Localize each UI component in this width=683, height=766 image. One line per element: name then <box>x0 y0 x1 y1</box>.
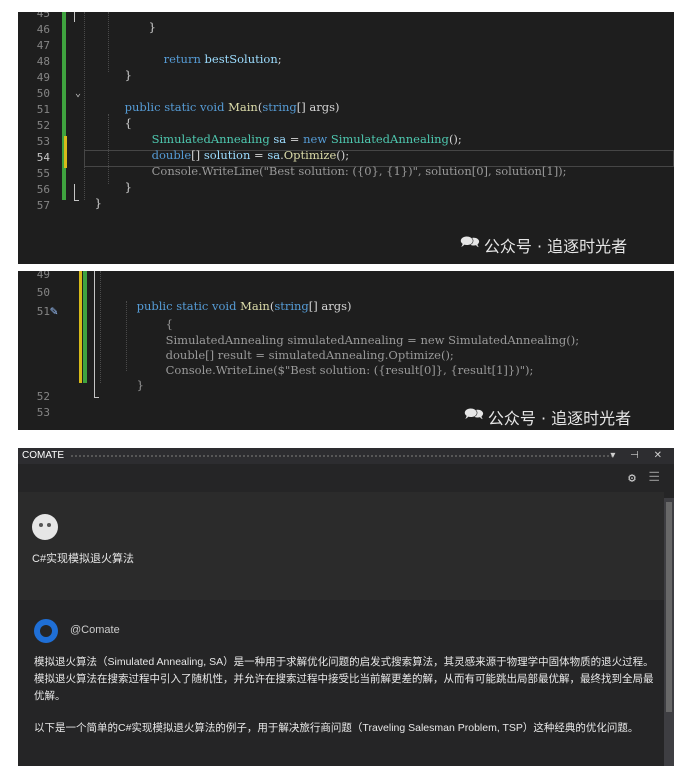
indent-guide <box>84 12 85 200</box>
avatar <box>32 514 58 540</box>
wechat-icon: 🗪 <box>460 232 480 251</box>
comate-logo-icon <box>34 619 58 643</box>
fold-chevron-icon[interactable]: ⌄ <box>75 88 81 99</box>
code-line[interactable]: return bestSolution; <box>149 38 282 66</box>
menu-icon[interactable]: ☰ <box>648 470 660 485</box>
gear-icon[interactable]: ⚙ <box>628 471 636 486</box>
line-number: 53 <box>36 135 50 148</box>
line-number: 50 <box>36 87 50 100</box>
line-number: 53 <box>36 406 50 419</box>
code-editor-panel-2: 49 50 51 52 53 ✎ public static void Main(str… <box>18 271 674 430</box>
line-number: 55 <box>36 167 50 180</box>
line-number: 50 <box>36 286 50 299</box>
answer-paragraph: 模拟退火算法（Simulated Annealing, SA）是一种用于求解优化… <box>34 656 654 702</box>
code-line[interactable]: public static void Main(string[] args) <box>122 285 352 313</box>
watermark: 🗪 公众号 · 追逐时光者 <box>464 403 631 430</box>
modified-line-indicator <box>79 271 82 383</box>
scope-bracket <box>94 271 99 398</box>
panel-title: COMATE <box>22 450 65 461</box>
line-number: 52 <box>36 119 50 132</box>
scope-bracket <box>74 12 75 22</box>
drag-handle[interactable] <box>70 454 612 458</box>
ghost-suggestion-line[interactable]: Console.WriteLine($"Best solution: ({res… <box>151 349 534 377</box>
comate-panel: COMATE ▾ ⊣ ✕ ⚙ ☰ C#实现模拟退火算法 @Comate 模拟退火… <box>18 448 674 766</box>
code-line[interactable]: } <box>110 166 132 194</box>
answer-paragraph: 以下是一个简单的C#实现模拟退火算法的例子，用于解决旅行商问题（Travelin… <box>34 722 639 734</box>
code-line[interactable]: { <box>110 102 132 130</box>
code-line-ghost-suggestion[interactable]: Console.WriteLine("Best solution: ({0}, … <box>137 150 567 178</box>
scope-bracket <box>74 184 79 201</box>
ghost-suggestion-line[interactable]: } <box>122 364 144 392</box>
line-number: 51 <box>36 305 50 318</box>
wechat-icon: 🗪 <box>464 404 484 423</box>
window-controls[interactable]: ▾ ⊣ ✕ <box>610 448 668 464</box>
scrollbar[interactable] <box>664 498 674 766</box>
code-editor-panel-1: 45 46 47 48 49 50 51 52 53 54 55 56 57 ⌄ } return be… <box>18 12 674 264</box>
scrollbar-thumb[interactable] <box>666 502 672 712</box>
change-indicator-bar <box>62 12 66 200</box>
line-number: 49 <box>36 271 50 281</box>
indent-guide <box>108 114 109 184</box>
assistant-message: @Comate 模拟退火算法（Simulated Annealing, SA）是… <box>18 604 664 766</box>
line-number: 45 <box>36 12 50 20</box>
ghost-suggestion-line[interactable]: double[] result = simulatedAnnealing.Opt… <box>151 334 454 362</box>
code-line[interactable]: public static void Main(string[] args) <box>110 86 340 114</box>
ghost-suggestion-line[interactable]: { <box>151 303 173 331</box>
line-number: 52 <box>36 390 50 403</box>
line-number: 47 <box>36 39 50 52</box>
code-line[interactable]: double[] solution = sa.Optimize(); <box>137 134 350 162</box>
line-number: 51 <box>36 103 50 116</box>
assistant-handle: @Comate <box>70 624 120 636</box>
line-number: 48 <box>36 55 50 68</box>
brush-icon[interactable]: ✎ <box>50 304 58 319</box>
user-question: C#实现模拟退火算法 <box>32 553 135 565</box>
indent-guide <box>100 271 101 383</box>
ghost-suggestion-line[interactable]: SimulatedAnnealing simulatedAnnealing = … <box>151 319 579 347</box>
watermark: 🗪 公众号 · 追逐时光者 <box>460 231 627 258</box>
line-number: 57 <box>36 199 50 212</box>
change-indicator-bar <box>83 271 87 383</box>
modified-line-indicator <box>64 136 67 168</box>
code-line[interactable]: } <box>134 12 156 34</box>
line-number: 49 <box>36 71 50 84</box>
comate-title-bar[interactable]: COMATE ▾ ⊣ ✕ <box>18 448 674 464</box>
code-line[interactable]: SimulatedAnnealing sa = new SimulatedAnn… <box>137 118 462 146</box>
indent-guide <box>108 12 109 72</box>
user-message: C#实现模拟退火算法 <box>18 492 664 600</box>
line-number: 46 <box>36 23 50 36</box>
code-line[interactable]: } <box>110 54 132 82</box>
code-line[interactable]: } <box>80 182 102 210</box>
comate-toolbar: ⚙ ☰ <box>18 464 674 492</box>
line-number: 54 <box>36 151 50 164</box>
line-number: 56 <box>36 183 50 196</box>
